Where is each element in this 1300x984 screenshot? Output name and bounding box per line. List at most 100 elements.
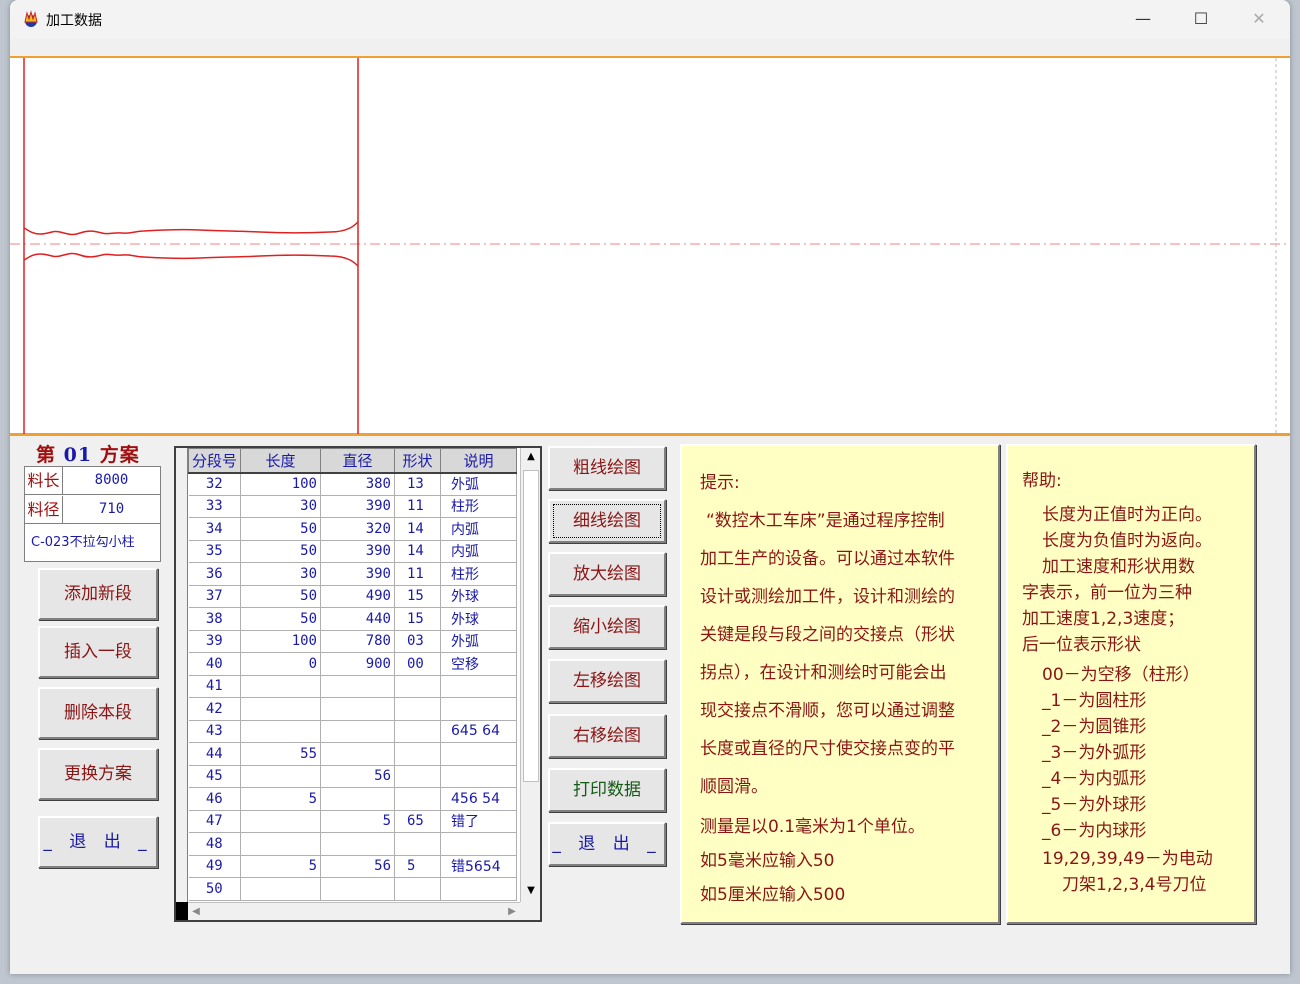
material-length-value[interactable]: 8000 (63, 467, 160, 495)
segment-no-cell[interactable]: 37 (188, 585, 241, 608)
scroll-up-icon[interactable]: ▲ (521, 448, 541, 466)
shape-cell[interactable] (394, 742, 441, 766)
segment-no-cell[interactable]: 33 (188, 495, 241, 518)
diameter-cell[interactable]: 390 (320, 562, 395, 586)
note-cell[interactable] (440, 765, 517, 788)
exit-button-left[interactable]: _ 退 出 _ (38, 816, 158, 868)
change-scheme-button[interactable]: 更换方案 (38, 748, 158, 800)
segment-table[interactable]: 分段号 长度 直径 形状 说明 32 100 380 13 外弧 33 30 390 11 柱形 3… (188, 448, 517, 901)
shape-cell[interactable]: 03 (394, 630, 441, 653)
length-cell[interactable] (240, 720, 321, 743)
table-row[interactable]: 40 0 900 00 空移 (188, 652, 517, 676)
diameter-cell[interactable]: 380 (320, 472, 395, 496)
table-row[interactable]: 39 100 780 03 外弧 (188, 630, 517, 653)
length-cell[interactable] (240, 697, 321, 721)
note-cell[interactable]: 内弧 (440, 517, 517, 541)
diameter-cell[interactable] (320, 675, 395, 698)
insert-segment-button[interactable]: 插入一段 (38, 626, 158, 678)
shape-cell[interactable] (394, 720, 441, 743)
segment-no-cell[interactable]: 36 (188, 562, 241, 586)
delete-segment-button[interactable]: 删除本段 (38, 687, 158, 739)
note-cell[interactable] (440, 832, 517, 856)
length-cell[interactable]: 50 (240, 585, 321, 608)
thick-line-draw-button[interactable]: 粗线绘图 (548, 446, 666, 490)
diameter-cell[interactable]: 56 (320, 765, 395, 788)
table-row[interactable]: 47 5 65 错了 (188, 810, 517, 833)
length-cell[interactable] (240, 810, 321, 833)
segment-no-cell[interactable]: 41 (188, 675, 241, 698)
segment-no-cell[interactable]: 46 (188, 787, 241, 811)
segment-no-cell[interactable]: 47 (188, 810, 241, 833)
segment-no-cell[interactable]: 45 (188, 765, 241, 788)
scroll-left-icon[interactable]: ◀ (188, 903, 204, 921)
scroll-thumb[interactable] (523, 470, 539, 782)
diameter-cell[interactable] (320, 877, 395, 901)
material-diameter-value[interactable]: 710 (63, 496, 160, 524)
table-row[interactable]: 44 55 (188, 742, 517, 766)
shape-cell[interactable]: 11 (394, 495, 441, 518)
table-row[interactable]: 46 5 456 54 (188, 787, 517, 811)
segment-no-cell[interactable]: 50 (188, 877, 241, 901)
table-row[interactable]: 41 (188, 675, 517, 698)
length-cell[interactable]: 30 (240, 562, 321, 586)
diameter-cell[interactable]: 390 (320, 540, 395, 563)
shape-cell[interactable] (394, 832, 441, 856)
note-cell[interactable]: 内弧 (440, 540, 517, 563)
note-cell[interactable]: 外弧 (440, 630, 517, 653)
print-data-button[interactable]: 打印数据 (548, 768, 666, 812)
note-cell[interactable]: 空移 (440, 652, 517, 676)
diameter-cell[interactable]: 900 (320, 652, 395, 676)
note-cell[interactable] (440, 697, 517, 721)
table-row[interactable]: 35 50 390 14 内弧 (188, 540, 517, 563)
note-cell[interactable]: 柱形 (440, 495, 517, 518)
diameter-cell[interactable] (320, 787, 395, 811)
note-cell[interactable]: 外球 (440, 585, 517, 608)
note-cell[interactable]: 柱形 (440, 562, 517, 586)
shape-cell[interactable] (394, 697, 441, 721)
shape-cell[interactable]: 65 (394, 810, 441, 833)
shape-cell[interactable]: 13 (394, 472, 441, 496)
table-row[interactable]: 38 50 440 15 外球 (188, 607, 517, 631)
segment-no-cell[interactable]: 48 (188, 832, 241, 856)
length-cell[interactable]: 100 (240, 472, 321, 496)
scheme-description[interactable]: C-023不拉勾小柱 (25, 525, 160, 561)
thin-line-draw-button[interactable]: 细线绘图 (548, 499, 666, 543)
segment-no-cell[interactable]: 43 (188, 720, 241, 743)
shape-cell[interactable]: 15 (394, 607, 441, 631)
segment-no-cell[interactable]: 39 (188, 630, 241, 653)
shape-cell[interactable] (394, 675, 441, 698)
shape-cell[interactable]: 14 (394, 517, 441, 541)
shape-cell[interactable]: 5 (394, 855, 441, 878)
table-row[interactable]: 50 (188, 877, 517, 901)
length-cell[interactable]: 5 (240, 787, 321, 811)
table-row[interactable]: 42 (188, 697, 517, 721)
diameter-cell[interactable]: 490 (320, 585, 395, 608)
diameter-cell[interactable] (320, 697, 395, 721)
horizontal-scrollbar[interactable]: ◀ ▶ (188, 902, 520, 920)
zoom-in-draw-button[interactable]: 放大绘图 (548, 552, 666, 596)
move-right-draw-button[interactable]: 右移绘图 (548, 714, 666, 758)
add-segment-button[interactable]: 添加新段 (38, 568, 158, 620)
note-cell[interactable]: 错5654 (440, 855, 517, 878)
scroll-right-icon[interactable]: ▶ (504, 903, 520, 921)
length-cell[interactable]: 5 (240, 855, 321, 878)
diameter-cell[interactable]: 440 (320, 607, 395, 631)
vertical-scrollbar[interactable]: ▲ ▼ (520, 448, 540, 902)
shape-cell[interactable]: 11 (394, 562, 441, 586)
diameter-cell[interactable] (320, 832, 395, 856)
segment-no-cell[interactable]: 38 (188, 607, 241, 631)
diameter-cell[interactable]: 390 (320, 495, 395, 518)
length-cell[interactable]: 50 (240, 517, 321, 541)
note-cell[interactable]: 外球 (440, 607, 517, 631)
segment-no-cell[interactable]: 35 (188, 540, 241, 563)
scroll-down-icon[interactable]: ▼ (521, 882, 541, 900)
diameter-cell[interactable]: 5 (320, 810, 395, 833)
shape-cell[interactable]: 00 (394, 652, 441, 676)
segment-no-cell[interactable]: 49 (188, 855, 241, 878)
table-row[interactable]: 48 (188, 832, 517, 856)
shape-cell[interactable] (394, 787, 441, 811)
minimize-icon[interactable]: — (1132, 8, 1154, 30)
diameter-cell[interactable] (320, 742, 395, 766)
table-row[interactable]: 37 50 490 15 外球 (188, 585, 517, 608)
length-cell[interactable] (240, 675, 321, 698)
